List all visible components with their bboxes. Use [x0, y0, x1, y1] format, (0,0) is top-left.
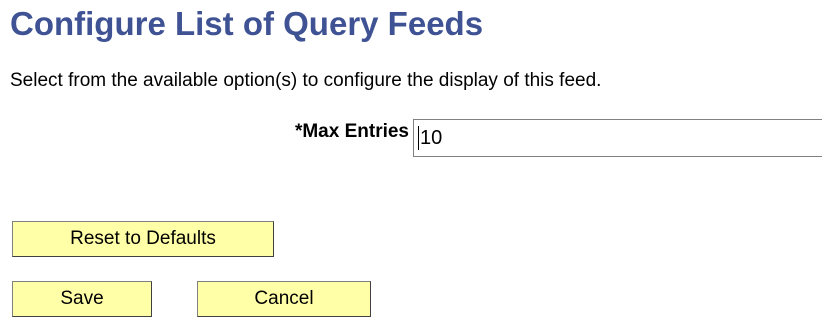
max-entries-label: *Max Entries [294, 121, 409, 142]
save-button[interactable]: Save [12, 281, 152, 317]
instructions-text: Select from the available option(s) to c… [10, 70, 602, 91]
page-title: Configure List of Query Feeds [10, 5, 484, 42]
max-entries-input[interactable] [413, 119, 822, 157]
reset-to-defaults-button[interactable]: Reset to Defaults [12, 221, 274, 257]
cancel-button[interactable]: Cancel [197, 281, 371, 317]
text-cursor [418, 126, 419, 150]
